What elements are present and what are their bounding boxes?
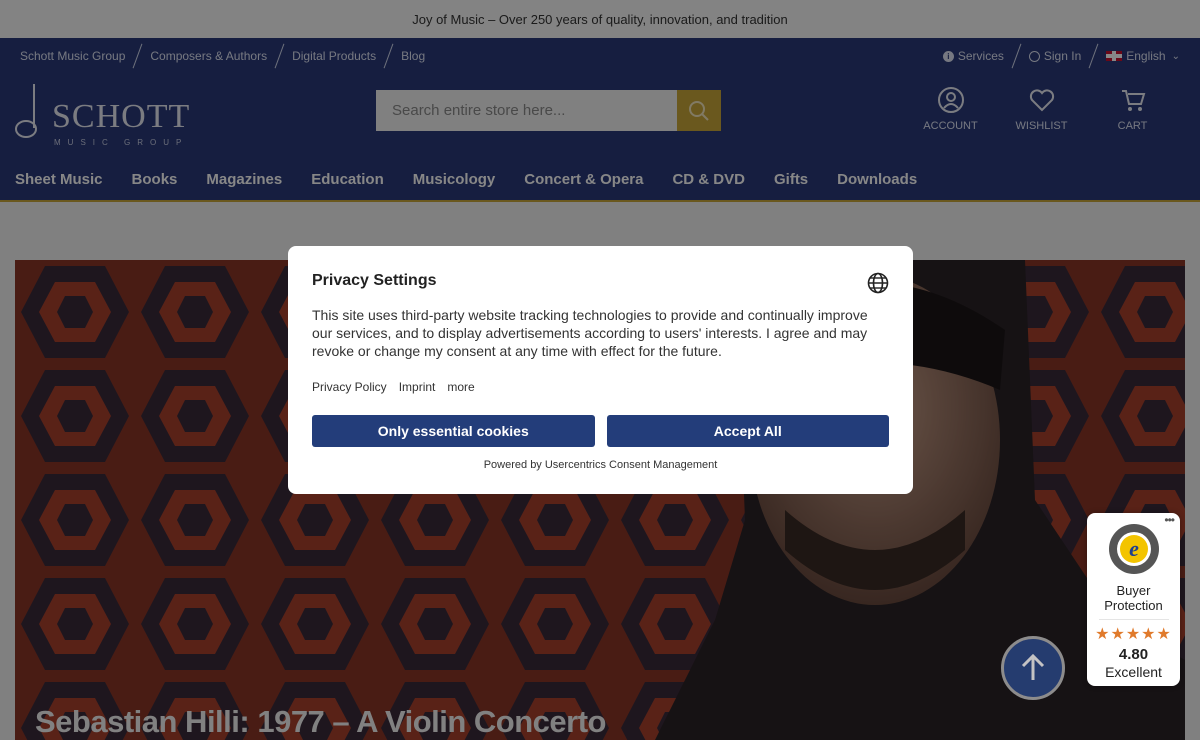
label-line-2: Protection bbox=[1104, 598, 1163, 613]
buyer-protection-label: Buyer Protection bbox=[1087, 583, 1180, 613]
more-link[interactable]: more bbox=[447, 380, 474, 394]
trusted-shops-seal-icon: e bbox=[1108, 524, 1159, 574]
dialog-body: This site uses third-party website track… bbox=[312, 307, 868, 359]
trusted-shops-badge[interactable]: ••• e Buyer Protection ★★★★★ 4.80 Excell… bbox=[1087, 513, 1180, 686]
imprint-link[interactable]: Imprint bbox=[399, 380, 436, 394]
scroll-to-top-button[interactable] bbox=[1001, 636, 1065, 700]
powered-by-text: Powered by Usercentrics Consent Manageme… bbox=[483, 459, 718, 471]
globe-icon[interactable] bbox=[867, 272, 889, 294]
rating-score: 4.80 bbox=[1118, 646, 1149, 663]
rating-stars: ★★★★★ bbox=[1095, 626, 1172, 643]
dialog-buttons: Only essential cookies Accept All bbox=[312, 415, 889, 447]
dialog-title: Privacy Settings bbox=[312, 272, 437, 289]
privacy-dialog: Privacy Settings This site uses third-pa… bbox=[288, 246, 913, 494]
divider bbox=[1098, 619, 1169, 620]
privacy-policy-link[interactable]: Privacy Policy bbox=[312, 380, 387, 394]
svg-text:e: e bbox=[1129, 536, 1139, 561]
arrow-up-icon bbox=[1021, 653, 1045, 680]
rating-label: Excellent bbox=[1105, 664, 1162, 680]
accept-all-button[interactable]: Accept All bbox=[606, 415, 889, 447]
label-line-1: Buyer bbox=[1116, 583, 1151, 598]
essential-cookies-button[interactable]: Only essential cookies bbox=[312, 415, 595, 447]
dialog-links: Privacy Policy Imprint more bbox=[312, 380, 889, 394]
more-options-icon[interactable]: ••• bbox=[1164, 513, 1175, 527]
